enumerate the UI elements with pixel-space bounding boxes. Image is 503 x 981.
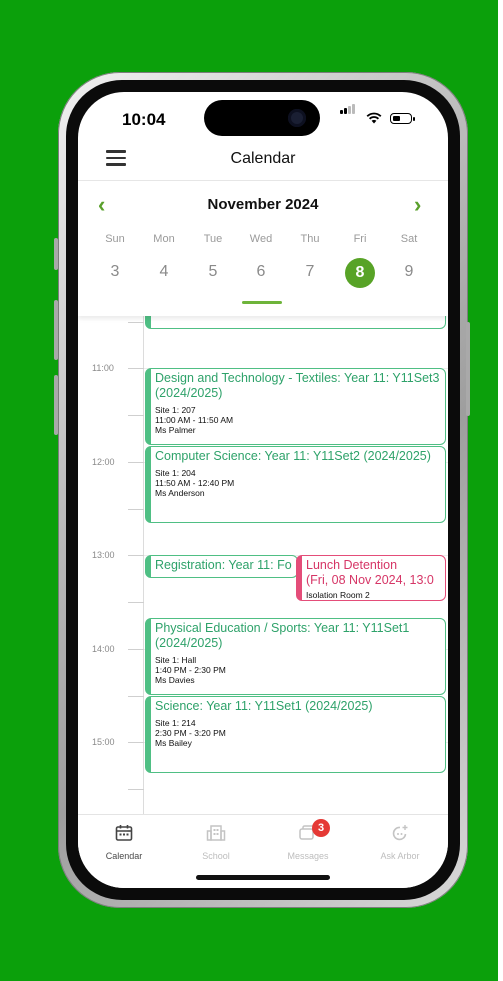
tab-label: School — [202, 851, 230, 861]
event-title: Lunch Detention — [306, 558, 398, 572]
home-indicator — [196, 875, 330, 880]
hour-tick — [128, 322, 144, 323]
event-location: Site 1: 207 — [155, 405, 196, 415]
event-card-previous[interactable] — [145, 316, 446, 329]
time-label-13: 13:00 — [92, 550, 115, 560]
day-name-fri: Fri — [353, 233, 367, 245]
wifi-icon — [366, 111, 382, 128]
day-number-selected[interactable]: 8 — [345, 258, 375, 288]
detention-event-card[interactable]: Lunch Detention (Fri, 08 Nov 2024, 13:0 … — [296, 555, 446, 601]
day-name-wed: Wed — [249, 233, 273, 245]
tab-ask-arbor[interactable]: Ask Arbor — [354, 815, 446, 875]
hour-tick — [128, 649, 144, 650]
month-label: November 2024 — [207, 196, 319, 213]
battery-icon — [390, 113, 415, 124]
hour-tick — [128, 602, 144, 603]
messages-badge: 3 — [312, 819, 330, 837]
hour-tick — [128, 696, 144, 697]
day-number-3[interactable]: 3 — [95, 263, 135, 281]
day-name-tue: Tue — [203, 233, 223, 245]
event-teacher: Ms Bailey — [155, 738, 192, 748]
event-time: 1:40 PM - 2:30 PM — [155, 665, 226, 675]
hour-tick — [128, 462, 144, 463]
event-card[interactable]: Computer Science: Year 11: Y11Set2 (2024… — [145, 446, 446, 523]
day-timeline[interactable]: 11:00 12:00 13:00 14:00 15:00 Design and… — [78, 316, 448, 814]
event-location: Site 1: 204 — [155, 468, 196, 478]
tab-label: Ask Arbor — [380, 851, 420, 861]
day-number-5[interactable]: 5 — [193, 263, 233, 281]
hour-tick — [128, 415, 144, 416]
event-teacher: Ms Davies — [155, 675, 195, 685]
tab-label: Calendar — [105, 851, 143, 861]
event-card[interactable]: Design and Technology - Textiles: Year 1… — [145, 368, 446, 445]
event-time: 11:00 AM - 11:50 AM — [155, 415, 234, 425]
time-label-11: 11:00 — [92, 363, 114, 373]
ask-arbor-icon — [390, 823, 410, 843]
event-location: Site 1: 214 — [155, 718, 196, 728]
event-title: Science: Year 11: Y11Set1 (2024/2025) — [155, 699, 373, 713]
power-button — [466, 322, 470, 416]
event-teacher: Ms Anderson — [155, 488, 205, 498]
next-week-icon[interactable]: › — [414, 192, 421, 218]
tab-messages[interactable]: 3 Messages — [262, 815, 354, 875]
dynamic-island — [204, 100, 320, 136]
event-card[interactable]: Science: Year 11: Y11Set1 (2024/2025) Si… — [145, 696, 446, 773]
selected-day-label: 8 — [355, 264, 365, 281]
event-teacher: Ms Palmer — [155, 425, 196, 435]
mute-switch — [54, 238, 58, 270]
status-time: 10:04 — [122, 110, 166, 129]
event-card[interactable]: Physical Education / Sports: Year 11: Y1… — [145, 618, 446, 695]
event-subtitle: (Fri, 08 Nov 2024, 13:0 — [306, 573, 434, 587]
school-icon — [206, 823, 226, 843]
day-number-9[interactable]: 9 — [389, 263, 429, 281]
day-name-sun: Sun — [105, 233, 125, 245]
tab-label: Messages — [287, 851, 329, 861]
event-title: Design and Technology - Textiles: Year 1… — [155, 371, 440, 400]
hour-tick — [128, 742, 144, 743]
tab-calendar[interactable]: Calendar — [78, 815, 170, 875]
event-location: Isolation Room 2 — [306, 590, 370, 600]
event-location: Site 1: Hall — [155, 655, 197, 665]
event-title: Computer Science: Year 11: Y11Set2 (2024… — [155, 449, 431, 463]
hour-tick — [128, 789, 144, 790]
week-page-indicator — [242, 301, 282, 304]
day-number-7[interactable]: 7 — [290, 263, 330, 281]
tab-school[interactable]: School — [170, 815, 262, 875]
volume-up-button — [54, 300, 58, 360]
day-name-mon: Mon — [153, 233, 175, 245]
phone-screen: 10:04 Calendar ‹ November 2024 › Sun Mon… — [78, 92, 448, 888]
hour-tick — [128, 368, 144, 369]
camera-icon — [288, 109, 306, 127]
event-time: 2:30 PM - 3:20 PM — [155, 728, 226, 738]
page-title: Calendar — [230, 150, 296, 167]
day-name-sat: Sat — [400, 233, 418, 245]
day-name-thu: Thu — [300, 233, 320, 245]
volume-down-button — [54, 375, 58, 435]
day-number-6[interactable]: 6 — [241, 263, 281, 281]
hour-tick — [128, 555, 144, 556]
hour-tick — [128, 509, 144, 510]
calendar-icon — [114, 823, 134, 843]
timeline-axis — [143, 316, 144, 814]
time-label-12: 12:00 — [92, 457, 115, 467]
day-number-4[interactable]: 4 — [144, 263, 184, 281]
time-label-15: 15:00 — [92, 737, 115, 747]
event-title: Physical Education / Sports: Year 11: Y1… — [155, 621, 410, 650]
event-title: Registration: Year 11: Fo — [155, 558, 292, 572]
time-label-14: 14:00 — [92, 644, 115, 654]
event-time: 11:50 AM - 12:40 PM — [155, 478, 235, 488]
event-card[interactable]: Registration: Year 11: Fo — [145, 555, 298, 578]
